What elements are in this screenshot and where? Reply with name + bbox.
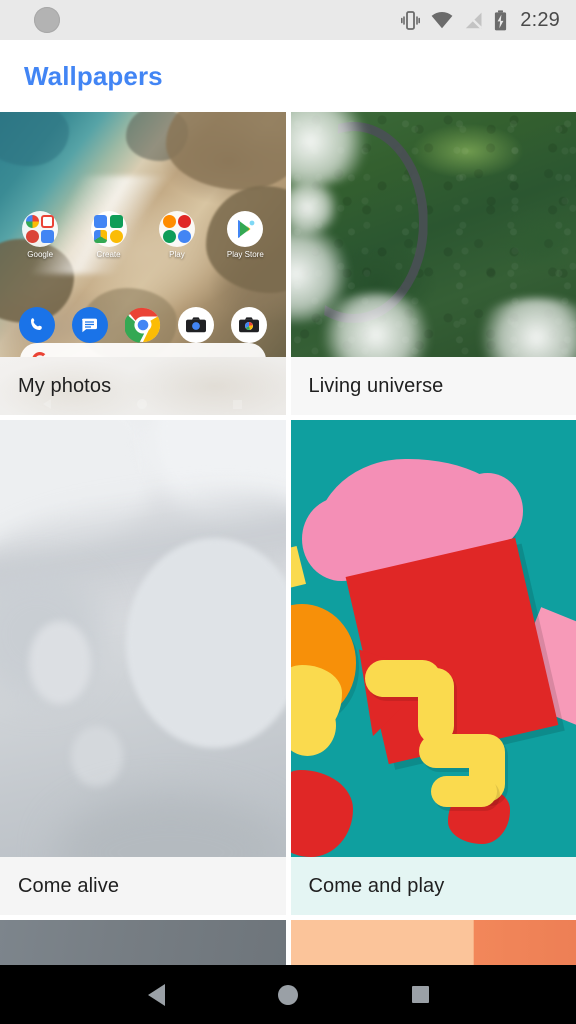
red-bottom-left-shape [290,769,354,857]
messages-icon [71,307,108,343]
wallpaper-tile-come-alive[interactable]: Come alive [0,420,286,915]
photos-camera-icon [230,307,267,343]
play-games-icon [162,230,176,244]
wallpaper-tile-label-area: Come and play [290,857,576,915]
chrome-icon [124,307,161,343]
google-icon [25,214,39,228]
home-button[interactable] [264,971,312,1019]
back-triangle-icon [147,983,165,1006]
google-search-pill [20,343,266,357]
play-music-icon [162,214,176,228]
wallpaper-tile-living-universe[interactable]: Living universe [290,112,576,415]
folder-create: Create [87,211,131,259]
wifi-icon [431,11,453,28]
wallpaper-thumbnail: Google Create Play Play Store [0,112,286,357]
status-bar: 2:29 [0,0,576,40]
google-plus-icon [25,230,39,244]
wallpaper-label: Come and play [308,874,445,897]
wallpaper-label: My photos [18,374,112,397]
camera-icon [177,307,214,343]
forest-wallpaper-image [290,112,576,357]
wallpaper-label: Come alive [18,874,120,897]
wallpaper-picker-screen: 2:29 Wallpapers Google Create Play Play … [0,0,576,1024]
wallpaper-tile-partial-peach[interactable] [290,920,576,965]
wallpaper-thumbnail [0,420,286,857]
wallpaper-tile-partial-grey[interactable] [0,920,286,965]
status-bar-notifications [16,7,60,33]
no-signal-icon [465,11,483,29]
navigation-bar [0,965,576,1024]
folder-label: Google [27,250,54,259]
status-bar-system-icons: 2:29 [401,9,560,32]
yellow-squiggle-shape [364,660,531,808]
app-play-store: Play Store [223,211,267,259]
recents-square-icon [411,986,429,1003]
wallpaper-tile-label-area: Come alive [0,857,286,915]
recents-button[interactable] [396,971,444,1019]
news-icon [41,230,55,244]
wallpaper-thumbnail [290,420,576,857]
gmail-icon [41,214,55,228]
home-preview-folders: Google Create Play Play Store [0,211,286,259]
home-circle-icon [278,984,298,1005]
app-bar: Wallpapers [0,40,576,112]
docs-icon [94,214,108,228]
paper-shapes-wallpaper-image [290,420,576,857]
ghost-nav-preview [0,397,286,411]
back-button[interactable] [132,971,180,1019]
wallpaper-thumbnail [290,920,576,965]
app-label: Play Store [226,250,264,259]
wallpaper-thumbnail [0,920,286,965]
home-preview-dock [0,307,286,343]
wallpaper-tile-label-area: Living universe [290,357,576,415]
wallpaper-label: Living universe [308,374,444,397]
battery-charging-icon [495,9,507,30]
notification-dot-icon [34,7,60,33]
folder-icon [90,211,127,247]
drive-icon [94,230,108,244]
phone-icon [18,307,55,343]
grey-abstract-wallpaper-image [0,420,286,857]
folder-google: Google [18,211,62,259]
folder-play: Play [155,211,199,259]
wallpaper-tile-come-and-play[interactable]: Come and play [290,420,576,915]
wallpaper-tile-my-photos[interactable]: Google Create Play Play Store My photos [0,112,286,415]
page-title: Wallpapers [24,60,163,91]
wallpaper-row-partial [0,920,576,965]
keep-icon [109,230,123,244]
folder-label: Create [96,250,121,259]
sheets-icon [109,214,123,228]
wallpaper-grid: Google Create Play Play Store My photos … [0,112,576,965]
wallpaper-tile-label-area: My photos [0,357,286,415]
play-store-icon [227,211,264,247]
vibrate-icon [401,10,421,30]
folder-icon [158,211,195,247]
wallpaper-row: Come alive Come and play [0,420,576,915]
wallpaper-thumbnail [290,112,576,357]
play-movies-icon [178,214,192,228]
folder-icon [22,211,59,247]
play-books-icon [178,230,192,244]
folder-label: Play [169,250,185,259]
status-bar-clock: 2:29 [520,8,560,31]
wallpaper-row: Google Create Play Play Store My photos … [0,112,576,415]
